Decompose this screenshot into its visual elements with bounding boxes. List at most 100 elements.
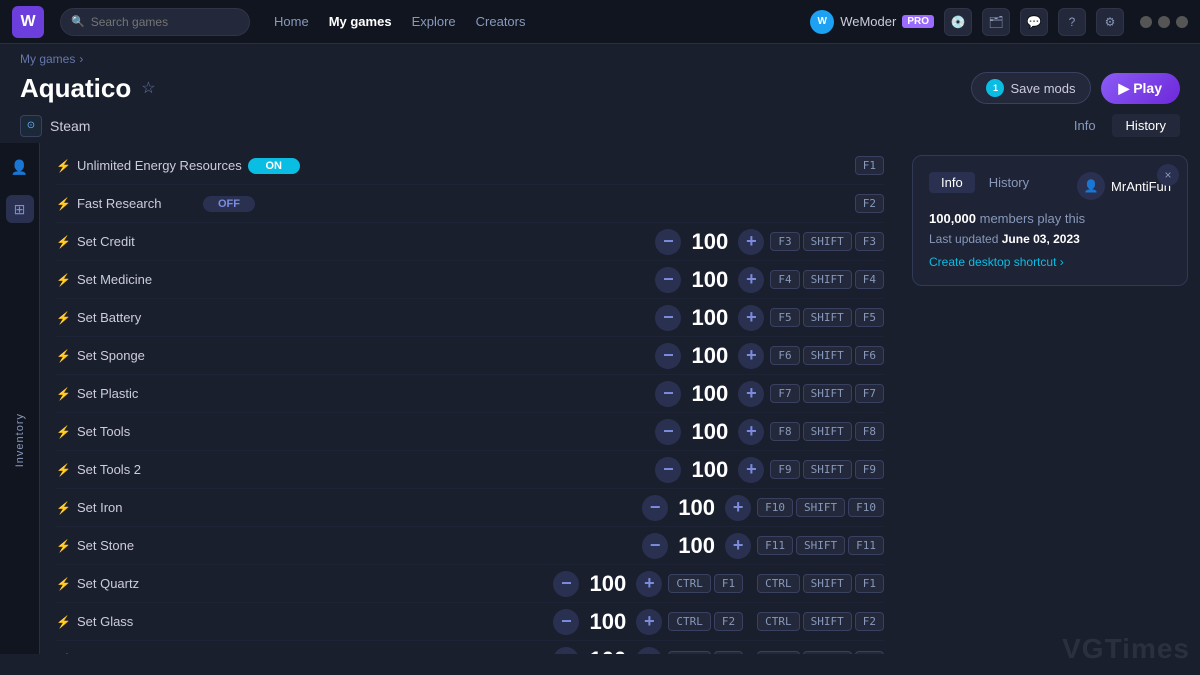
key-badge[interactable]: F1 [714,574,743,593]
stepper-plus-btn[interactable] [636,647,662,654]
key-badge[interactable]: F3 [855,651,884,655]
content-area[interactable]: ⚡ Unlimited Energy Resources ON F1 ⚡ Fas… [40,143,900,654]
key-badge[interactable]: F2 [855,194,884,213]
mod-name: Set Iron [77,500,197,515]
icon-discord[interactable]: 💬 [1020,8,1048,36]
toggle-unlimited-energy[interactable]: ON [248,158,300,174]
key-badge[interactable]: F1 [855,156,884,175]
key-badge[interactable]: F10 [848,498,884,517]
stepper-plus-btn[interactable] [738,419,764,445]
stepper-minus-btn[interactable] [655,229,681,255]
key-badge[interactable]: SHIFT [803,270,852,289]
stepper-minus-btn[interactable] [655,457,681,483]
popup-shortcut-link[interactable]: Create desktop shortcut › [929,255,1064,269]
keybinds: F7 SHIFT F7 [770,384,884,403]
app-logo[interactable]: W [12,6,44,38]
key-badge[interactable]: SHIFT [796,498,845,517]
stepper-minus-btn[interactable] [655,343,681,369]
key-badge[interactable]: CTRL [757,574,800,593]
key-badge[interactable]: F6 [770,346,799,365]
icon-folder[interactable]: 🗂 [982,8,1010,36]
nav-explore[interactable]: Explore [412,14,456,29]
favorite-icon[interactable]: ☆ [141,78,155,98]
search-input[interactable] [91,15,239,29]
key-badge[interactable]: F4 [770,270,799,289]
key-badge[interactable]: F7 [855,384,884,403]
key-badge[interactable]: F8 [855,422,884,441]
key-badge[interactable]: F5 [770,308,799,327]
stepper-plus-btn[interactable] [738,457,764,483]
sidebar-icon-inventory[interactable]: ⊞ [6,195,34,223]
maximize-button[interactable]: □ [1158,16,1170,28]
search-bar[interactable]: 🔍 [60,8,250,36]
key-badge[interactable]: SHIFT [803,651,852,655]
stepper-plus-btn[interactable] [738,267,764,293]
stepper-minus-btn[interactable] [655,267,681,293]
minimize-button[interactable]: – [1140,16,1152,28]
key-badge[interactable]: F5 [855,308,884,327]
stepper-minus-btn[interactable] [655,419,681,445]
key-badge[interactable]: F9 [855,460,884,479]
key-badge[interactable]: SHIFT [803,384,852,403]
key-badge[interactable]: F2 [855,612,884,631]
key-badge[interactable]: CTRL [757,612,800,631]
close-button[interactable]: ✕ [1176,16,1188,28]
key-badge[interactable]: F1 [855,574,884,593]
key-badge[interactable]: SHIFT [803,612,852,631]
stepper-plus-btn[interactable] [738,343,764,369]
key-badge[interactable]: F3 [855,232,884,251]
stepper-minus-btn[interactable] [642,495,668,521]
nav-my-games[interactable]: My games [329,14,392,29]
toggle-fast-research[interactable]: OFF [203,196,255,212]
play-button[interactable]: ▶ Play [1101,73,1180,104]
icon-disc[interactable]: 💿 [944,8,972,36]
sidebar-icon-user[interactable]: 👤 [6,153,34,181]
key-badge[interactable]: F3 [714,651,743,655]
key-badge[interactable]: F8 [770,422,799,441]
key-badge[interactable]: F9 [770,460,799,479]
stepper-plus-btn[interactable] [636,609,662,635]
key-badge[interactable]: F11 [757,536,793,555]
tab-info[interactable]: Info [1060,114,1110,137]
stepper-minus-btn[interactable] [642,533,668,559]
nav-home[interactable]: Home [274,14,309,29]
popup-close-button[interactable]: × [1157,164,1179,186]
key-badge[interactable]: SHIFT [803,346,852,365]
key-badge[interactable]: F10 [757,498,793,517]
stepper-minus-btn[interactable] [553,647,579,654]
stepper-plus-btn[interactable] [725,533,751,559]
key-badge[interactable]: CTRL [668,612,711,631]
nav-creators[interactable]: Creators [476,14,526,29]
key-badge[interactable]: SHIFT [803,460,852,479]
key-badge[interactable]: F3 [770,232,799,251]
tab-history[interactable]: History [1112,114,1180,137]
stepper-minus-btn[interactable] [553,609,579,635]
key-badge[interactable]: SHIFT [803,422,852,441]
save-mods-button[interactable]: 1 Save mods [971,72,1090,104]
breadcrumb-parent[interactable]: My games [20,52,75,66]
stepper-plus-btn[interactable] [738,229,764,255]
key-badge[interactable]: SHIFT [796,536,845,555]
key-badge[interactable]: F11 [848,536,884,555]
stepper-minus-btn[interactable] [553,571,579,597]
key-badge[interactable]: SHIFT [803,574,852,593]
tab-info-btn[interactable]: Info [929,172,975,193]
key-badge[interactable]: CTRL [668,574,711,593]
stepper-plus-btn[interactable] [636,571,662,597]
key-badge[interactable]: CTRL [757,651,800,655]
stepper-minus-btn[interactable] [655,305,681,331]
key-badge[interactable]: F7 [770,384,799,403]
key-badge[interactable]: SHIFT [803,232,852,251]
stepper-plus-btn[interactable] [738,381,764,407]
icon-settings[interactable]: ⚙ [1096,8,1124,36]
key-badge[interactable]: F6 [855,346,884,365]
stepper-plus-btn[interactable] [738,305,764,331]
stepper-plus-btn[interactable] [725,495,751,521]
key-badge[interactable]: SHIFT [803,308,852,327]
key-badge[interactable]: F4 [855,270,884,289]
key-badge[interactable]: CTRL [668,651,711,655]
stepper-minus-btn[interactable] [655,381,681,407]
icon-help[interactable]: ? [1058,8,1086,36]
tab-history-btn[interactable]: History [977,172,1041,193]
key-badge[interactable]: F2 [714,612,743,631]
